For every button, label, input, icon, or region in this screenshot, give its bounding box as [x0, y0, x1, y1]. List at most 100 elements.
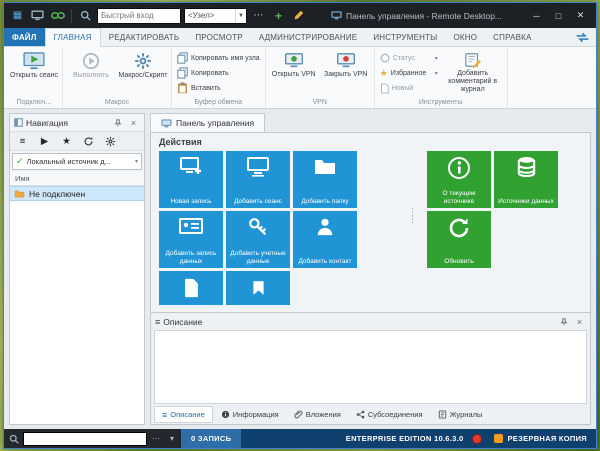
close-panel-icon[interactable]: × [127, 116, 140, 129]
tab-information[interactable]: Информация [214, 406, 286, 423]
tab-home[interactable]: ГЛАВНАЯ [45, 28, 101, 47]
tile-add-session[interactable]: Добавить сеанс [226, 151, 290, 208]
tab-tools[interactable]: ИНСТРУМЕНТЫ [365, 28, 445, 46]
add-entry-icon[interactable]: + [270, 7, 287, 24]
favorites-star-icon[interactable]: ★ [56, 134, 77, 149]
tab-edit[interactable]: РЕДАКТИРОВАТЬ [101, 28, 188, 46]
tile-new-entry[interactable]: Новая запись [159, 151, 223, 208]
tab-subconnections[interactable]: Субсоединения [349, 406, 430, 423]
folder-icon [313, 156, 337, 176]
copy-icon [177, 52, 188, 64]
name-column-header[interactable]: Имя [10, 172, 144, 186]
refresh-icon [447, 216, 471, 240]
close-vpn-button[interactable]: Закрыть VPN [321, 49, 371, 98]
tab-window[interactable]: ОКНО [445, 28, 485, 46]
edit-pencil-icon[interactable] [290, 7, 307, 24]
macro-script-button[interactable]: Макрос/Скрипт [118, 49, 168, 98]
copy-button[interactable]: Копировать [175, 66, 262, 80]
star-icon: ★ [380, 68, 388, 79]
tile-document[interactable] [159, 271, 223, 305]
new-button[interactable]: Новый [378, 81, 440, 95]
minimize-button[interactable]: ─ [526, 7, 547, 24]
pin-icon[interactable] [557, 315, 570, 328]
tile-refresh[interactable]: Обновить [427, 211, 491, 268]
tab-view[interactable]: ПРОСМОТР [187, 28, 251, 46]
navigation-tree[interactable]: Не подключен [10, 186, 144, 424]
list-view-icon[interactable]: ≡ [12, 134, 33, 149]
tab-logs[interactable]: Журналы [431, 406, 490, 423]
document-icon [183, 278, 200, 298]
description-text-area[interactable] [154, 330, 587, 404]
chevron-down-icon[interactable]: ▼ [235, 9, 246, 23]
open-session-button[interactable]: Открыть сеанс [9, 49, 59, 98]
more-options-icon[interactable]: ⋯ [250, 7, 267, 24]
statusbar-filter-input[interactable] [23, 432, 147, 446]
content-area: Навигация × ≡ ▶ ★ ✓ Локальны [4, 109, 596, 429]
info-icon [221, 410, 230, 419]
open-vpn-button[interactable]: Открыть VPN [269, 49, 319, 98]
window-title-group: Панель управления - Remote Desktop... [331, 11, 502, 21]
tile-add-folder[interactable]: Добавить папку [293, 151, 357, 208]
favorites-button[interactable]: ★ Избранное▾ [378, 66, 440, 80]
dashboard-tab[interactable]: Панель управления [150, 113, 265, 132]
tab-attachments[interactable]: Вложения [287, 406, 348, 423]
pin-icon[interactable] [111, 116, 124, 129]
ribbon-group-tools: Статус▾ ★ Избранное▾ Новый [375, 48, 508, 108]
app-menu-icon[interactable]: ▦ [9, 7, 26, 24]
group-label-vpn: VPN [269, 98, 371, 108]
window-title-icon [331, 11, 342, 20]
close-button[interactable]: ✕ [570, 7, 591, 24]
tab-file[interactable]: ФАЙЛ [4, 28, 45, 46]
link-icon[interactable] [49, 7, 66, 24]
sessions-monitor-icon[interactable] [29, 7, 46, 24]
titlebar-separator [71, 9, 72, 23]
tile-data-sources[interactable]: Источники данных [494, 151, 558, 208]
maximize-button[interactable]: □ [548, 7, 569, 24]
window-title: Панель управления - Remote Desktop... [346, 11, 502, 21]
run-icon [82, 52, 100, 70]
host-input[interactable] [185, 11, 235, 20]
splitter-handle[interactable]: ⋮⋮ [408, 209, 417, 223]
quick-connect-input[interactable] [97, 8, 181, 24]
tile-add-data-entry[interactable]: Добавить запись данных [159, 211, 223, 268]
statusbar-search-icon[interactable] [6, 431, 21, 446]
tile-add-contact[interactable]: Добавить контакт [293, 211, 357, 268]
sync-arrows-icon[interactable] [575, 32, 590, 43]
monitor-plus-icon [179, 156, 203, 177]
check-icon: ✓ [16, 156, 24, 167]
app-window: ▦ ▼ ⋯ + Панель управления - Remote Deskt… [3, 2, 597, 449]
add-log-comment-button[interactable]: Добавить комментарий в журнал [442, 49, 504, 98]
navigation-title: Навигация [26, 118, 68, 128]
description-tabs: ≡ Описание Информация Вложения Субсоедин… [151, 404, 590, 424]
backup-status-button[interactable]: РЕЗЕРВНАЯ КОПИЯ [485, 429, 596, 448]
notification-icon[interactable] [472, 434, 482, 444]
refresh-icon[interactable] [78, 134, 99, 149]
paperclip-icon [294, 410, 303, 419]
bookmark-icon [250, 279, 267, 297]
tile-bookmark[interactable] [226, 271, 290, 305]
tab-administration[interactable]: АДМИНИСТРИРОВАНИЕ [251, 28, 366, 46]
copy-host-name-button[interactable]: Копировать имя узла [175, 51, 262, 65]
search-icon[interactable] [77, 7, 94, 24]
tile-add-credentials[interactable]: Добавить учетные данные [226, 211, 290, 268]
filter-options-icon[interactable]: ⋯ [149, 431, 163, 446]
settings-gear-icon[interactable] [100, 134, 121, 149]
status-button[interactable]: Статус▾ [378, 51, 440, 65]
expand-icon[interactable]: ▾ [165, 431, 179, 446]
paste-button[interactable]: Вставить [175, 81, 262, 95]
tree-item-disconnected[interactable]: Не подключен [10, 186, 144, 201]
run-button[interactable]: Выполнить [66, 49, 116, 98]
navigation-panel: Навигация × ≡ ▶ ★ ✓ Локальны [9, 113, 145, 425]
chevron-down-icon: ▾ [135, 158, 138, 165]
tab-help[interactable]: СПРАВКА [485, 28, 539, 46]
data-source-selector[interactable]: ✓ Локальный источник д... ▾ [12, 153, 142, 170]
close-panel-icon[interactable]: × [573, 315, 586, 328]
tab-description[interactable]: ≡ Описание [154, 406, 213, 423]
person-icon [314, 216, 336, 236]
database-icon [516, 156, 537, 179]
host-combobox[interactable]: ▼ [184, 8, 247, 24]
journal-icon [438, 410, 447, 419]
play-icon[interactable]: ▶ [34, 134, 55, 149]
group-label-connections: Подключ... [9, 98, 59, 108]
tile-about-source[interactable]: О текущем источнике [427, 151, 491, 208]
